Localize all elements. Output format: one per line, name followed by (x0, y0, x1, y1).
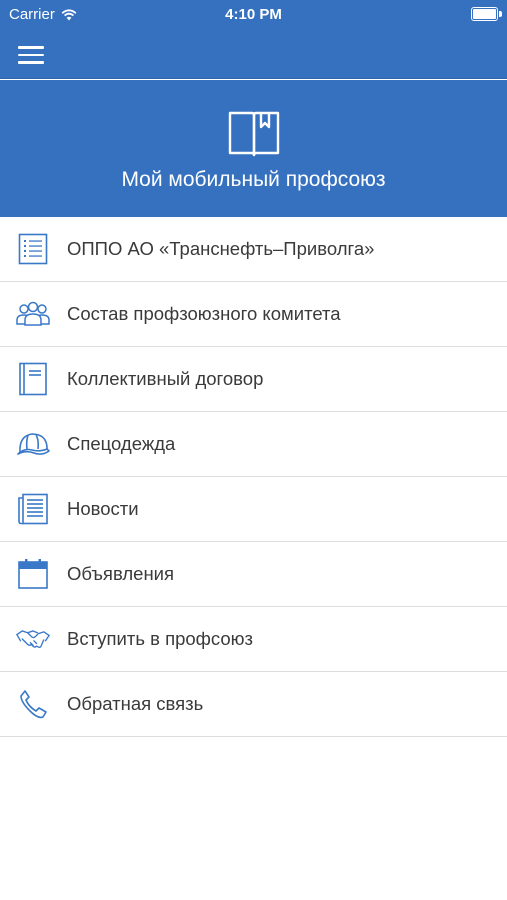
menu-item-label: ОППО АО «Транснефть–Приволга» (67, 238, 375, 259)
status-bar: Carrier 4:10 PM (0, 0, 507, 30)
calendar-icon (16, 557, 50, 591)
handshake-icon (16, 622, 50, 656)
app-header: Мой мобильный профсоюз (0, 80, 507, 217)
hamburger-menu-button[interactable] (18, 42, 48, 66)
menu-item-announcements[interactable]: Объявления (0, 542, 507, 607)
menu-item-organization[interactable]: ОППО АО «Транснефть–Приволга» (0, 217, 507, 282)
menu-item-label: Состав профзоюзного комитета (67, 303, 341, 324)
open-book-icon (228, 111, 280, 157)
people-group-icon (16, 297, 50, 331)
app-title: Мой мобильный профсоюз (121, 168, 386, 191)
nav-bar (0, 30, 507, 79)
menu-item-label: Обратная связь (67, 693, 204, 714)
hamburger-icon (18, 46, 44, 49)
menu-item-label: Спецодежда (67, 433, 176, 454)
phone-icon (16, 687, 50, 721)
menu-item-workwear[interactable]: Спецодежда (0, 412, 507, 477)
menu-item-label: Вступить в профсоюз (67, 628, 254, 649)
menu-item-label: Новости (67, 498, 139, 519)
book-icon (16, 362, 50, 396)
hard-hat-icon (16, 427, 50, 461)
menu-item-label: Объявления (67, 563, 175, 584)
menu-item-join[interactable]: Вступить в профсоюз (0, 607, 507, 672)
battery-icon (471, 7, 502, 21)
menu-item-feedback[interactable]: Обратная связь (0, 672, 507, 737)
menu-item-committee[interactable]: Состав профзоюзного комитета (0, 282, 507, 347)
main-menu: ОППО АО «Транснефть–Приволга» Состав про… (0, 217, 507, 737)
menu-item-news[interactable]: Новости (0, 477, 507, 542)
status-time: 4:10 PM (225, 6, 282, 23)
newspaper-icon (16, 492, 50, 526)
menu-item-agreement[interactable]: Коллективный договор (0, 347, 507, 412)
list-document-icon (16, 232, 50, 266)
menu-item-label: Коллективный договор (67, 368, 264, 389)
